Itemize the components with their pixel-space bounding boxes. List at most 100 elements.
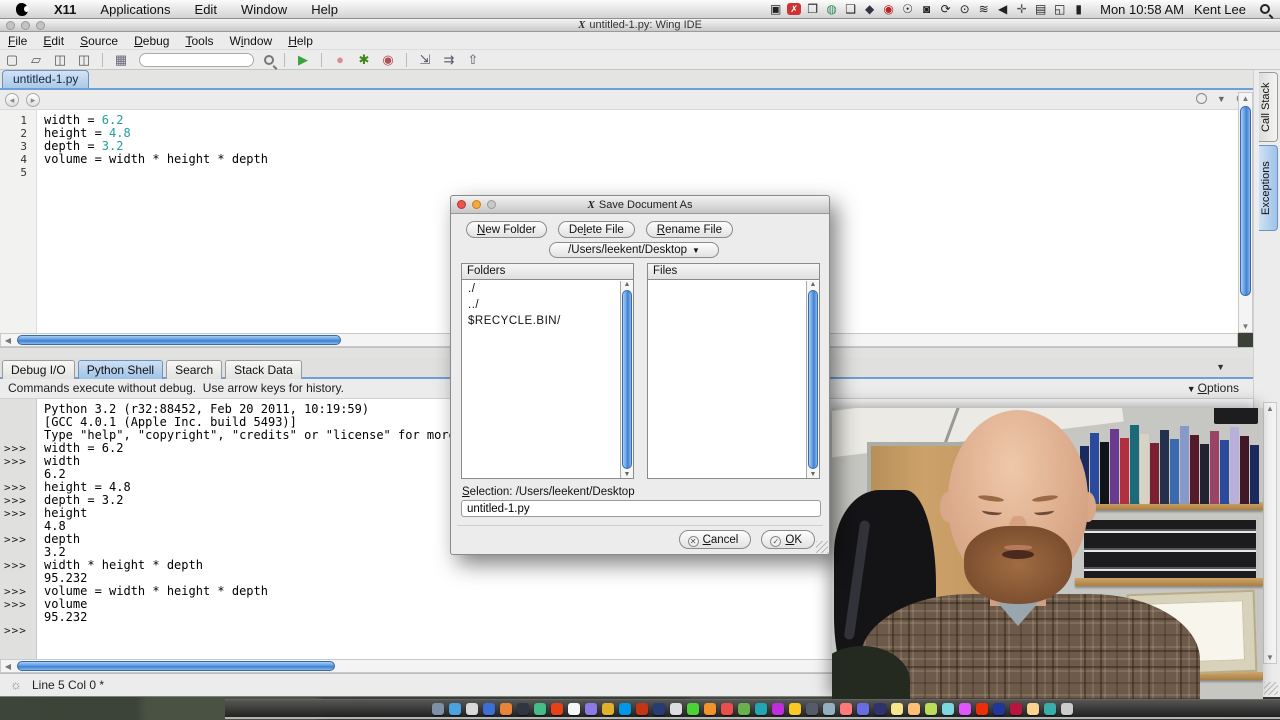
dock-app-icon[interactable] [687,702,699,715]
dock-app-icon[interactable] [585,702,597,715]
scroll-down-arrow[interactable]: ▼ [1239,322,1252,331]
x11-badge-icon[interactable]: ✗ [787,3,802,15]
files-list[interactable] [648,281,806,478]
lock-icon[interactable]: ◙ [917,2,936,17]
scroll-down-arrow[interactable]: ▼ [807,471,819,478]
menu-window[interactable]: Window [222,34,281,48]
scroll-up-arrow[interactable]: ▲ [1264,404,1276,413]
tab-stack-data[interactable]: Stack Data [225,360,302,379]
menu-tools[interactable]: Tools [177,34,221,48]
battery-icon[interactable]: ▮ [1069,2,1088,17]
menu-bar-clock[interactable]: Mon 10:58 AM [1100,2,1184,17]
folders-list[interactable]: ./../$RECYCLE.BIN/ [462,281,620,478]
folders-header[interactable]: Folders [462,264,633,280]
pause-icon[interactable]: ● [330,52,350,68]
network-globe-icon[interactable]: ◍ [822,2,841,17]
step-into-icon[interactable]: ⇲ [415,52,435,68]
path-dropdown[interactable]: /Users/leekent/Desktop ▼ [549,242,719,258]
stop-icon[interactable]: ◉ [378,52,398,68]
filename-input[interactable] [461,500,821,517]
dock-app-icon[interactable] [670,702,682,715]
scroll-down-arrow[interactable]: ▼ [1264,653,1276,662]
dock-app-icon[interactable] [636,702,648,715]
menu-file[interactable]: File [0,34,35,48]
scroll-up-arrow[interactable]: ▲ [1239,94,1252,103]
menu-debug[interactable]: Debug [126,34,177,48]
folders-scrollbar[interactable]: ▲ ▼ [620,281,633,478]
dock-app-icon[interactable] [653,702,665,715]
mac-menu-window[interactable]: Window [229,2,299,17]
dock-app-icon[interactable] [755,702,767,715]
camera-icon[interactable]: ▣ [766,2,785,17]
cancel-button[interactable]: ✕ Cancel [678,530,752,549]
editor-vertical-scrollbar[interactable]: ▲ ▼ [1238,92,1253,333]
side-tab-call-stack[interactable]: Call Stack [1259,72,1278,142]
ok-button[interactable]: ✓ OK [761,530,815,549]
scrollbar-thumb[interactable] [622,290,632,469]
dock-app-icon[interactable] [466,702,478,715]
dock-app-icon[interactable] [806,702,818,715]
dock-app-icon[interactable] [976,702,988,715]
window-switch-icon[interactable]: ◱ [1050,2,1069,17]
volume-icon[interactable]: ◀ [993,2,1012,17]
side-tab-exceptions[interactable]: Exceptions [1259,145,1278,231]
dock-app-icon[interactable] [1010,702,1022,715]
chat-bubble-icon[interactable]: ❑ [841,2,860,17]
dock-app-icon[interactable] [772,702,784,715]
dock-app-icon[interactable] [449,702,461,715]
scroll-up-arrow[interactable]: ▲ [807,281,819,288]
menu-source[interactable]: Source [72,34,126,48]
dock-app-icon[interactable] [602,702,614,715]
dock-app-icon[interactable] [1044,702,1056,715]
menu-edit[interactable]: Edit [35,34,72,48]
tab-search[interactable]: Search [166,360,223,379]
rename-file-button[interactable]: Rename File [645,221,733,238]
dock-app-icon[interactable] [857,702,869,715]
dock-app-icon[interactable] [517,702,529,715]
dialog-resize-grip[interactable] [816,541,828,553]
sync-icon[interactable]: ⟳ [936,2,955,17]
windows-icon[interactable]: ❐ [803,2,822,17]
dock-app-icon[interactable] [1061,702,1073,715]
scrollbar-thumb[interactable] [17,335,341,345]
spaces-icon[interactable]: ✛ [1012,2,1031,17]
scrollbar-thumb[interactable] [17,661,335,671]
fragment-icon[interactable]: ▦ [111,52,131,68]
options-menu[interactable]: ▼ Options [1187,379,1239,399]
dock-app-icon[interactable] [925,702,937,715]
dock-app-icon[interactable] [619,702,631,715]
list-item[interactable]: $RECYCLE.BIN/ [462,313,620,329]
editor-symbol-icon[interactable] [1195,93,1207,104]
new-file-icon[interactable]: ▢ [2,52,22,68]
scroll-left-arrow[interactable]: ◀ [3,336,13,345]
dock-app-icon[interactable] [551,702,563,715]
scroll-up-arrow[interactable]: ▲ [621,281,633,288]
editor-tab-untitled[interactable]: untitled-1.py [2,70,90,88]
list-item[interactable]: ../ [462,297,620,313]
editor-dropdown-icon[interactable]: ▼ [1217,94,1226,104]
display-icon[interactable]: ▤ [1031,2,1050,17]
open-file-icon[interactable]: ▱ [26,52,46,68]
scroll-down-arrow[interactable]: ▼ [621,471,633,478]
scroll-left-arrow[interactable]: ◀ [3,662,13,671]
scrollbar-thumb[interactable] [1240,106,1251,296]
dock-app-icon[interactable] [500,702,512,715]
dock-app-icon[interactable] [874,702,886,715]
nav-forward-button[interactable]: ▸ [26,93,40,107]
toolbar-search-input[interactable] [139,52,254,67]
dock-app-icon[interactable] [1027,702,1039,715]
dock-app-icon[interactable] [704,702,716,715]
spotlight-icon[interactable] [1260,4,1270,14]
dock[interactable] [225,699,1280,719]
shield-icon[interactable]: ◆ [860,2,879,17]
dock-app-icon[interactable] [942,702,954,715]
nav-back-button[interactable]: ◂ [5,93,19,107]
dock-app-icon[interactable] [959,702,971,715]
apple-menu-icon[interactable] [16,2,29,16]
mac-menu-edit[interactable]: Edit [183,2,229,17]
new-folder-button[interactable]: New Folder [466,221,547,238]
shell-vertical-scrollbar[interactable]: ▲ ▼ [1263,402,1277,664]
dock-app-icon[interactable] [908,702,920,715]
files-scrollbar[interactable]: ▲ ▼ [806,281,819,478]
dock-app-icon[interactable] [738,702,750,715]
